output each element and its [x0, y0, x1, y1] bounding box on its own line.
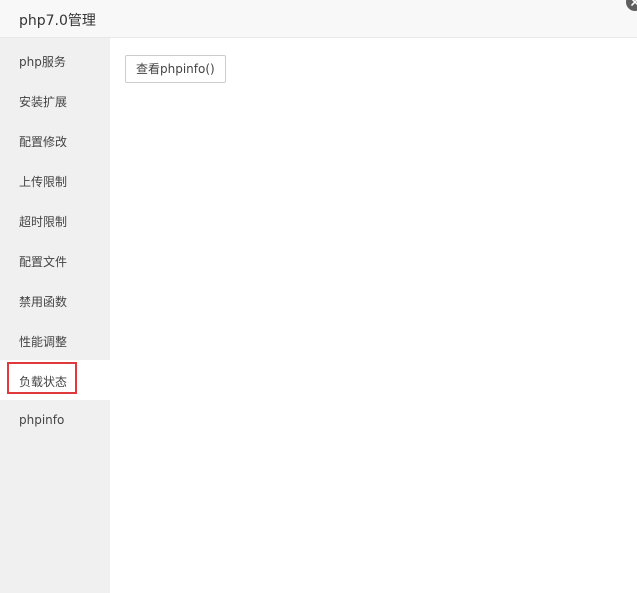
- view-phpinfo-button[interactable]: 查看phpinfo(): [125, 55, 226, 83]
- sidebar-item-label: 性能调整: [19, 335, 68, 349]
- sidebar-item-upload-limit[interactable]: 上传限制: [0, 160, 110, 200]
- sidebar-menu: php服务 安装扩展 配置修改 上传限制 超时限制 配置文件 禁用函数 性能调整…: [0, 38, 110, 593]
- main-content: 查看phpinfo(): [110, 38, 637, 593]
- window-title: php7.0管理: [19, 13, 96, 29]
- sidebar-item-label: 负载状态: [19, 375, 68, 389]
- sidebar-item-label: 禁用函数: [19, 295, 68, 309]
- sidebar-item-timeout-limit[interactable]: 超时限制: [0, 200, 110, 240]
- sidebar-item-label: 配置文件: [19, 255, 68, 269]
- sidebar-item-performance-tuning[interactable]: 性能调整: [0, 320, 110, 360]
- sidebar-item-disabled-functions[interactable]: 禁用函数: [0, 280, 110, 320]
- sidebar-item-label: phpinfo: [19, 413, 65, 427]
- sidebar-item-phpinfo[interactable]: phpinfo: [0, 400, 110, 440]
- sidebar-item-load-status[interactable]: 负载状态: [0, 360, 110, 400]
- sidebar-item-label: php服务: [19, 55, 66, 69]
- sidebar-item-config-edit[interactable]: 配置修改: [0, 120, 110, 160]
- sidebar-item-label: 上传限制: [19, 175, 68, 189]
- sidebar-item-install-extension[interactable]: 安装扩展: [0, 80, 110, 120]
- sidebar-item-label: 超时限制: [19, 215, 68, 229]
- sidebar-item-php-service[interactable]: php服务: [0, 40, 110, 80]
- window-titlebar[interactable]: php7.0管理: [0, 0, 637, 38]
- sidebar-item-config-file[interactable]: 配置文件: [0, 240, 110, 280]
- php-manager-window: php7.0管理 php服务 安装扩展 配置修改 上传限制 超时限制 配置文件 …: [0, 0, 637, 593]
- sidebar-item-label: 配置修改: [19, 135, 68, 149]
- sidebar-item-label: 安装扩展: [19, 95, 68, 109]
